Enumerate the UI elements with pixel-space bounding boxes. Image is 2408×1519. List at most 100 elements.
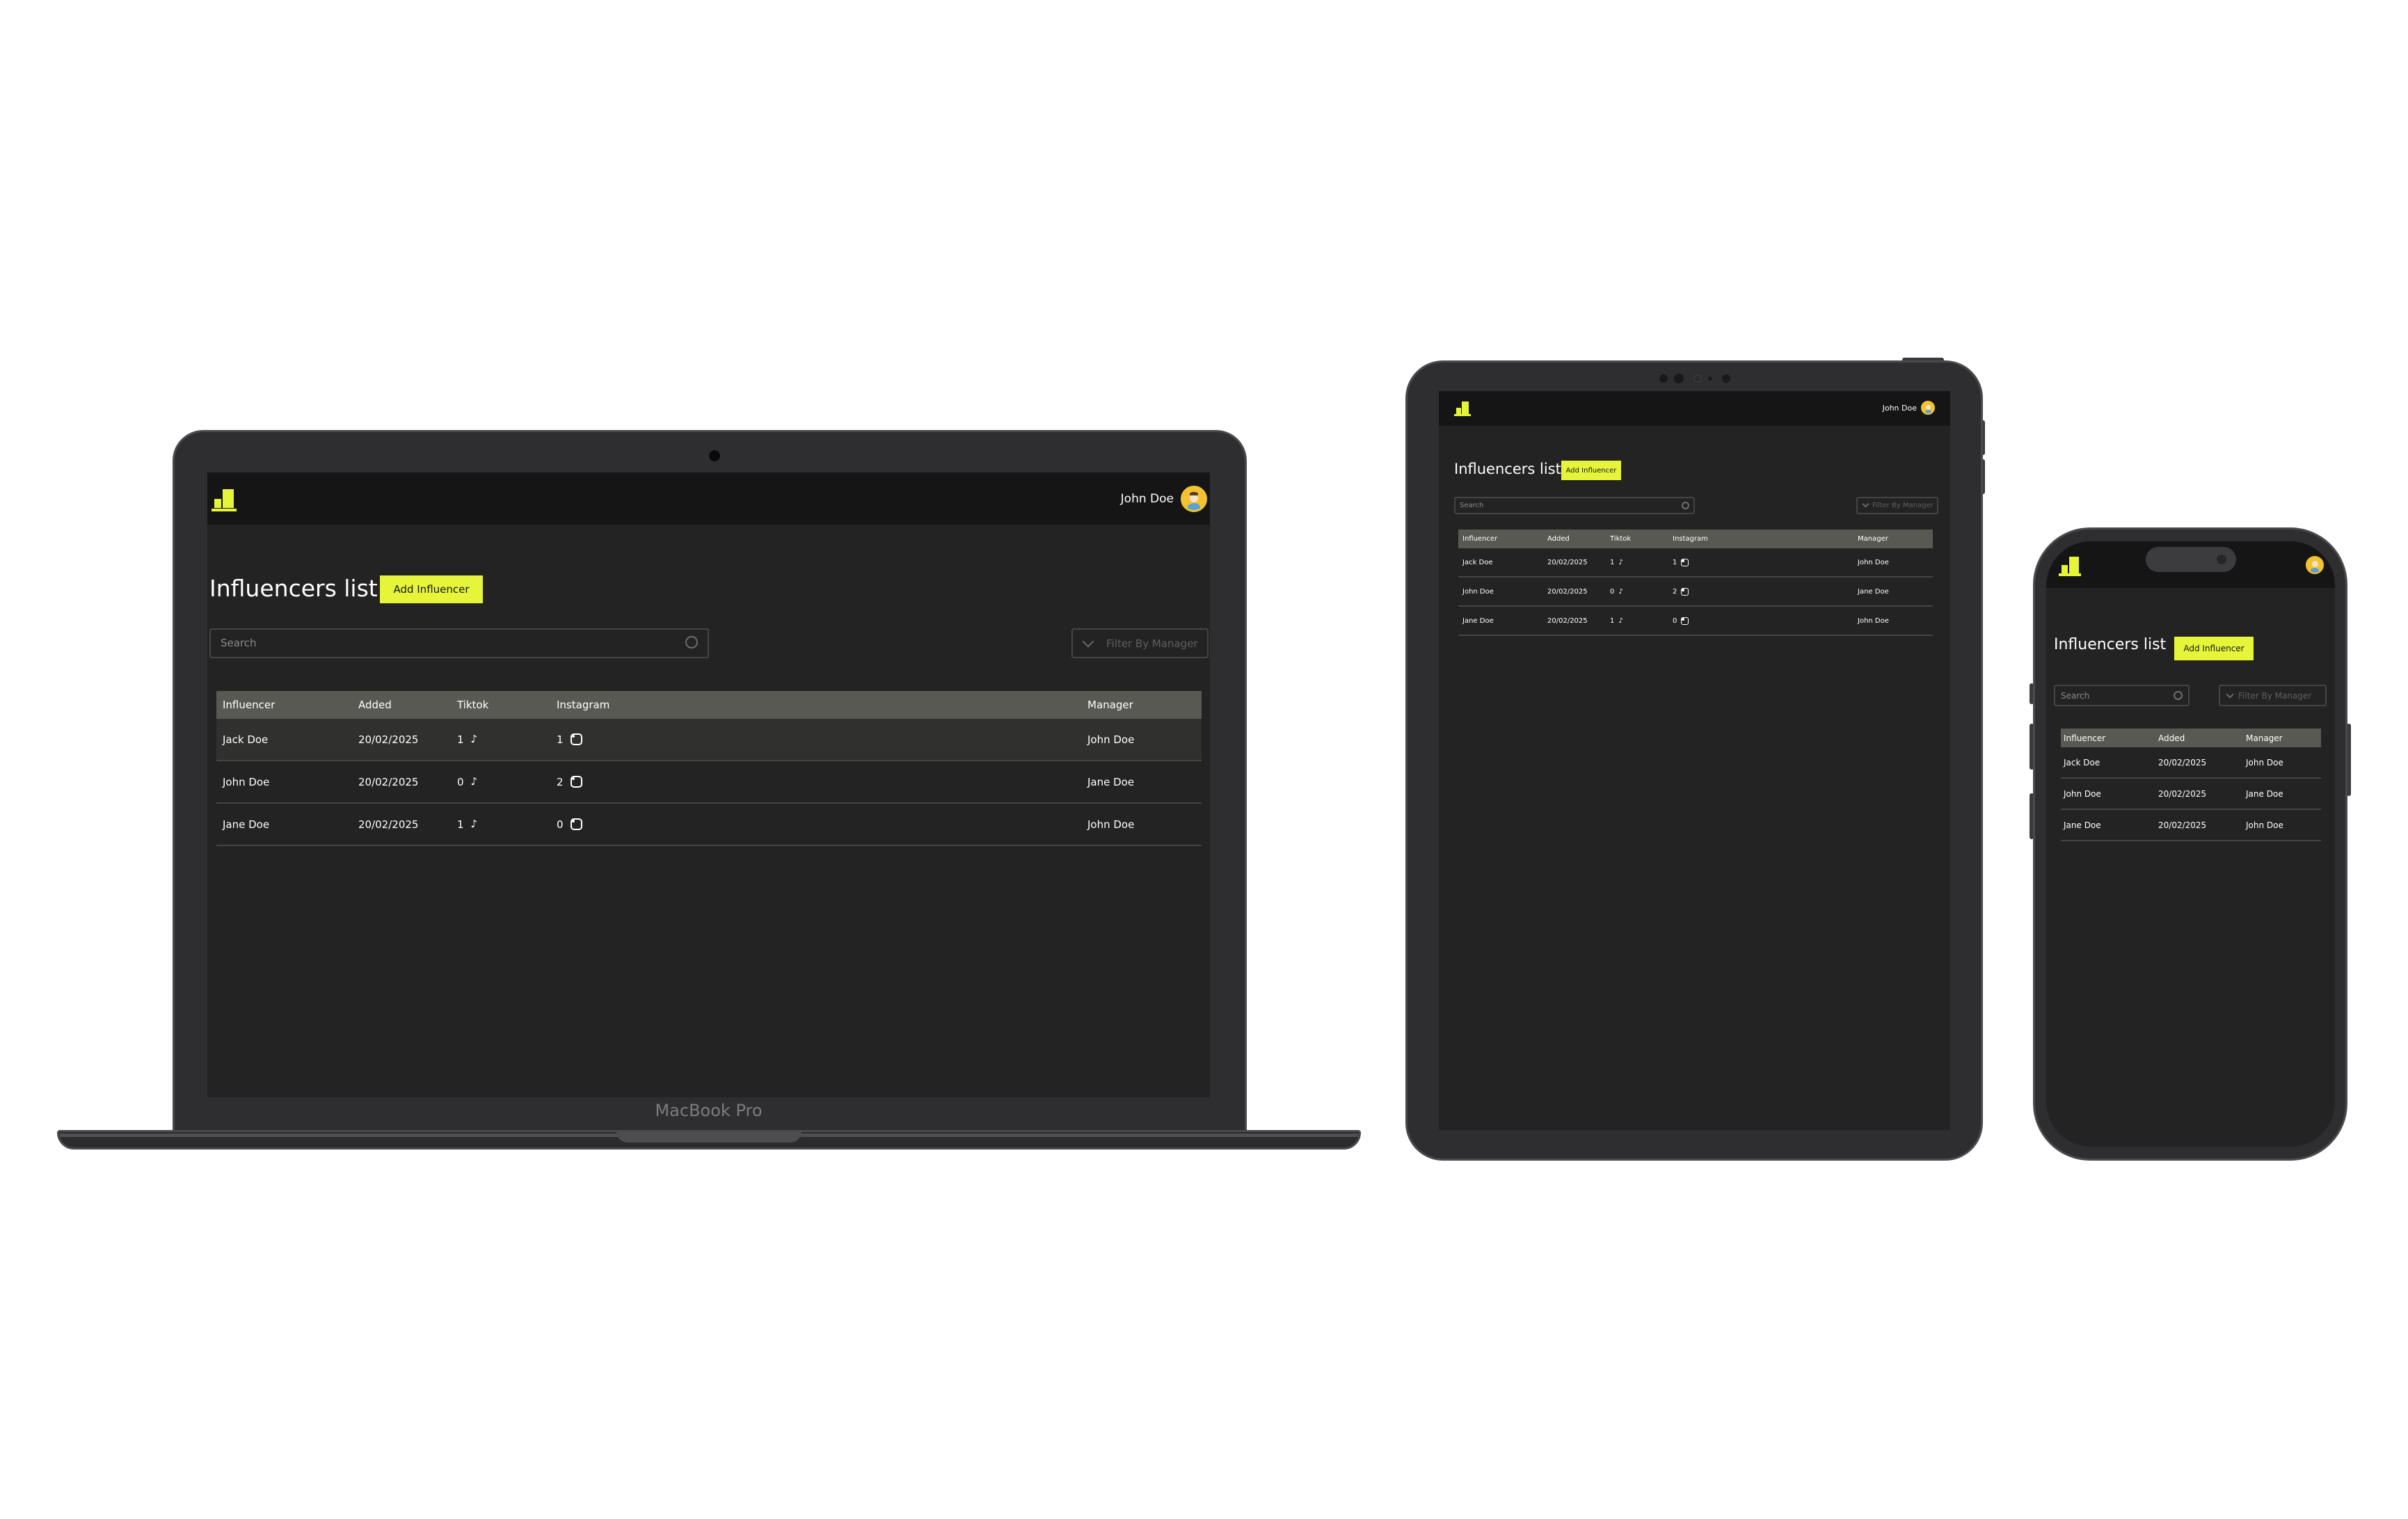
column-header-added[interactable]: Added [1547, 530, 1570, 548]
column-header-influencer[interactable]: Influencer [2064, 729, 2105, 747]
column-header-added[interactable]: Added [358, 691, 392, 719]
cell-manager: John Doe [2246, 757, 2283, 768]
filter-by-manager-dropdown[interactable]: Filter By Manager [1856, 497, 1938, 514]
cell-instagram: 1 [557, 719, 582, 760]
logo-icon[interactable] [1454, 399, 1471, 416]
add-influencer-button[interactable]: Add Influencer [1561, 461, 1621, 480]
table-row[interactable]: Jane Doe 20/02/2025 John Doe [2061, 810, 2321, 841]
instagram-icon [570, 776, 582, 788]
laptop-app: John Doe Influencers list Add Influencer… [207, 472, 1210, 1097]
search-input[interactable]: Search [1454, 497, 1695, 514]
cell-added: 20/02/2025 [1547, 587, 1588, 596]
logo-icon[interactable] [212, 486, 237, 511]
chevron-down-icon [1862, 500, 1869, 508]
table-row[interactable]: John Doe 20/02/2025 0 ♪ 2 Jane Doe [216, 761, 1202, 804]
search-input[interactable]: Search [209, 628, 709, 658]
instagram-count: 1 [557, 733, 564, 746]
cell-influencer: John Doe [1462, 587, 1494, 596]
avatar[interactable] [2306, 556, 2324, 574]
tablet-sensor [1722, 374, 1730, 383]
chevron-down-icon [1082, 635, 1094, 647]
column-header-manager[interactable]: Manager [1858, 530, 1888, 548]
column-header-instagram[interactable]: Instagram [1673, 530, 1708, 548]
user-menu[interactable] [2306, 556, 2324, 574]
filter-by-manager-dropdown[interactable]: Filter By Manager [1071, 628, 1209, 658]
instagram-count: 2 [557, 775, 564, 788]
page-title: Influencers list [209, 575, 378, 602]
search-icon[interactable] [1682, 502, 1689, 509]
tiktok-count: 1 [1610, 617, 1615, 625]
search-icon[interactable] [685, 636, 698, 649]
table-header: Influencer Added Manager [2061, 729, 2321, 747]
tiktok-count: 1 [1610, 558, 1615, 566]
column-header-manager[interactable]: Manager [2246, 729, 2283, 747]
column-header-added[interactable]: Added [2158, 729, 2185, 747]
column-header-tiktok[interactable]: Tiktok [457, 691, 488, 719]
avatar[interactable] [1921, 401, 1935, 415]
tiktok-icon: ♪ [470, 775, 478, 788]
table-row[interactable]: Jack Doe 20/02/2025 1 ♪ 1 John Doe [216, 719, 1202, 761]
tablet-sensor [1693, 374, 1702, 383]
logo-icon[interactable] [2059, 554, 2081, 576]
user-menu[interactable]: John Doe [1121, 485, 1207, 513]
tablet-sensor [1708, 376, 1712, 381]
influencers-table: Influencer Added Tiktok Instagram Manage… [1458, 530, 1933, 636]
cell-added: 20/02/2025 [358, 733, 419, 746]
table-row[interactable]: John Doe 20/02/2025 Jane Doe [2061, 779, 2321, 810]
column-header-influencer[interactable]: Influencer [1462, 530, 1497, 548]
column-header-instagram[interactable]: Instagram [557, 691, 609, 719]
cell-manager: Jane Doe [1858, 587, 1889, 596]
cell-instagram: 1 [1673, 548, 1689, 576]
tiktok-count: 1 [457, 818, 464, 831]
instagram-icon [1681, 617, 1689, 625]
cell-added: 20/02/2025 [1547, 558, 1588, 566]
table-row[interactable]: Jane Doe 20/02/2025 1 ♪ 0 John Doe [1458, 607, 1933, 636]
tiktok-icon: ♪ [1618, 587, 1623, 596]
instagram-icon [570, 733, 582, 745]
page-title: Influencers list [2054, 636, 2167, 653]
filter-label: Filter By Manager [1106, 637, 1198, 650]
column-header-tiktok[interactable]: Tiktok [1610, 530, 1631, 548]
column-header-manager[interactable]: Manager [1087, 691, 1133, 719]
cell-manager: John Doe [1858, 558, 1889, 566]
table-row[interactable]: Jack Doe 20/02/2025 1 ♪ 1 John Doe [1458, 548, 1933, 578]
tiktok-icon: ♪ [470, 733, 478, 745]
cell-manager: John Doe [1858, 617, 1889, 625]
laptop-opening-notch [616, 1131, 802, 1143]
table-header: Influencer Added Tiktok Instagram Manage… [1458, 530, 1933, 548]
cell-manager: John Doe [2246, 820, 2283, 830]
search-placeholder: Search [2061, 691, 2090, 701]
search-icon[interactable] [2174, 691, 2183, 700]
cell-added: 20/02/2025 [2158, 757, 2207, 768]
cell-added: 20/02/2025 [2158, 788, 2207, 799]
cell-influencer: Jack Doe [2064, 757, 2100, 768]
tiktok-icon: ♪ [470, 818, 478, 830]
cell-influencer: Jack Doe [1462, 558, 1493, 566]
instagram-icon [570, 818, 582, 830]
cell-manager: John Doe [1087, 818, 1135, 831]
tablet-sensor [1659, 374, 1668, 383]
laptop-camera [709, 450, 720, 461]
search-placeholder: Search [1460, 502, 1484, 509]
filter-by-manager-dropdown[interactable]: Filter By Manager [2219, 685, 2327, 706]
cell-tiktok: 0 ♪ [457, 761, 479, 802]
user-menu[interactable]: John Doe [1883, 401, 1935, 415]
table-row[interactable]: Jane Doe 20/02/2025 1 ♪ 0 John Doe [216, 804, 1202, 846]
page-title: Influencers list [1454, 461, 1561, 477]
filter-label: Filter By Manager [2238, 690, 2312, 701]
add-influencer-button[interactable]: Add Influencer [2174, 637, 2254, 660]
avatar[interactable] [1181, 486, 1207, 512]
table-row[interactable]: John Doe 20/02/2025 0 ♪ 2 Jane Doe [1458, 578, 1933, 607]
influencers-table: Influencer Added Tiktok Instagram Manage… [216, 691, 1202, 846]
add-influencer-button[interactable]: Add Influencer [380, 575, 483, 603]
tiktok-icon: ♪ [1618, 558, 1623, 566]
tablet-camera [1674, 374, 1684, 383]
table-row[interactable]: Jack Doe 20/02/2025 John Doe [2061, 747, 2321, 779]
top-bar: John Doe [1439, 391, 1950, 426]
phone-dynamic-island [2146, 547, 2236, 572]
tablet-app: John Doe Influencers list Add Influencer… [1439, 391, 1950, 1130]
instagram-count: 2 [1673, 587, 1677, 596]
column-header-influencer[interactable]: Influencer [223, 691, 275, 719]
cell-manager: John Doe [1087, 733, 1135, 746]
search-input[interactable]: Search [2054, 685, 2190, 706]
